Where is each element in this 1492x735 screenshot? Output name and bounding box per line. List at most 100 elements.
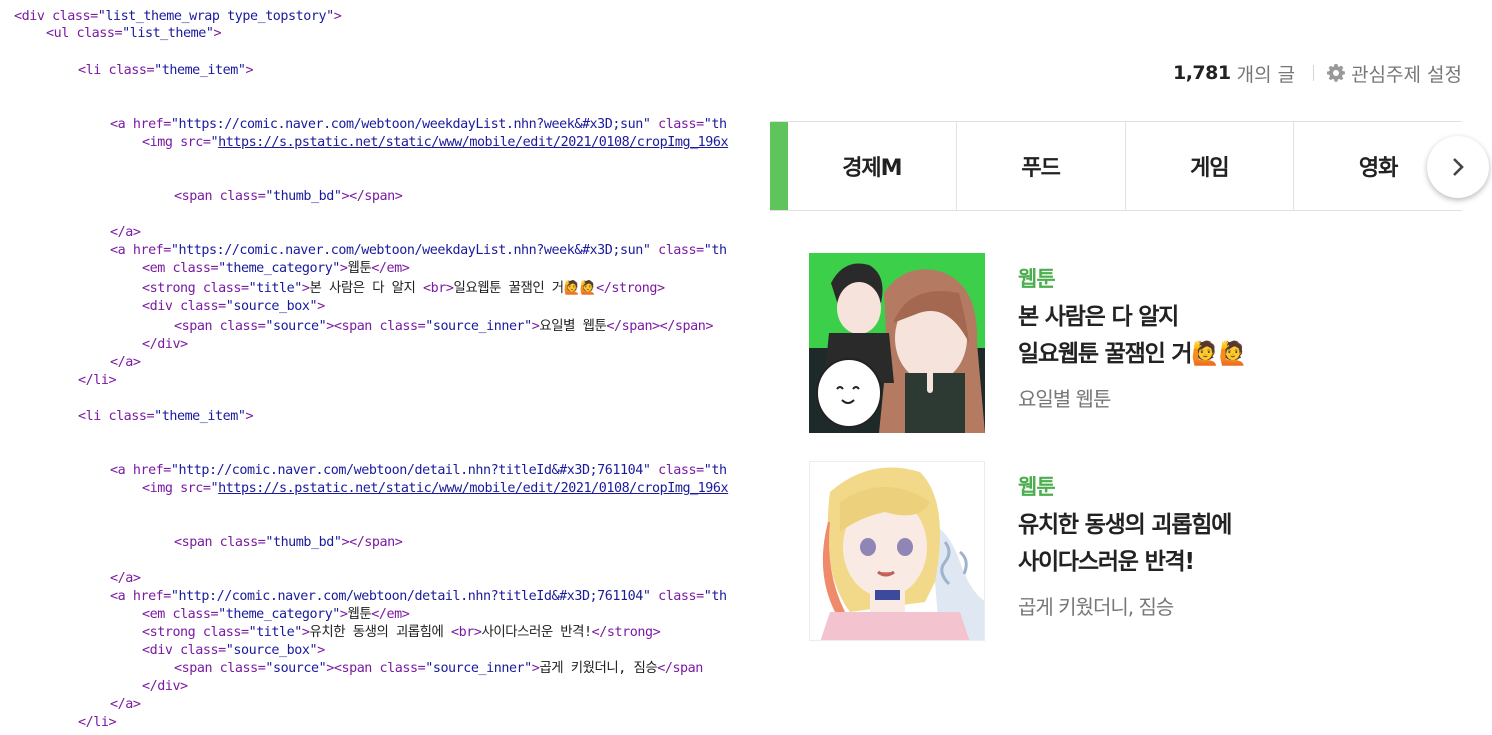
code-token: class=: [180, 643, 226, 658]
code-token: </a>: [110, 571, 141, 586]
code-token: <strong: [142, 281, 203, 296]
code-token: ": [210, 481, 219, 496]
code-token: <a: [110, 589, 133, 604]
code-token: <img: [142, 481, 181, 496]
code-token: "theme_item": [154, 409, 246, 424]
code-token: <br>: [423, 281, 454, 296]
code-token: </li>: [78, 715, 117, 730]
code-token: </div>: [142, 337, 188, 352]
code-token: </em>: [371, 261, 410, 276]
code-token: "http://comic.naver.com/webtoon/detail.n…: [170, 589, 659, 604]
code-token: >: [301, 625, 310, 640]
code-line: <div class="source_box">: [142, 642, 325, 660]
code-token: class=: [172, 261, 219, 276]
code-token: "list_theme": [122, 26, 214, 41]
code-token: "th: [703, 589, 727, 604]
code-token: </a>: [110, 225, 141, 240]
code-token: class=: [658, 243, 704, 258]
code-token: href=: [132, 463, 172, 478]
theme-category: 웹툰: [1018, 475, 1056, 499]
code-token: "source": [265, 661, 327, 676]
tab-food[interactable]: 푸드: [957, 122, 1126, 210]
code-token: 웹툰: [347, 607, 372, 622]
code-token: >: [317, 643, 325, 658]
code-token: class=: [379, 661, 426, 676]
code-token: class=: [202, 281, 249, 296]
code-token: ": [210, 135, 219, 150]
code-token: ></span>: [341, 535, 403, 550]
theme-item[interactable]: 웹툰 유치한 동생의 괴롭힘에 사이다스러운 반격! 곱게 키웠더니, 짐승: [809, 461, 1449, 646]
item-title-line-2: 일요웹툰 꿀잼인 거🙋🙋: [1018, 341, 1247, 367]
post-count-bar: 1,781 개의 글 관심주제 설정: [1173, 60, 1462, 86]
code-token: >: [245, 409, 254, 424]
code-token: 일요웹툰 꿀잼인 거🙋🙋: [453, 281, 597, 296]
code-line: <li class="theme_item">: [78, 62, 254, 80]
code-line: <img src="https://s.pstatic.net/static/w…: [142, 134, 729, 152]
theme-tabs: 경제M 푸드 게임 영화: [770, 121, 1462, 211]
tab-game[interactable]: 게임: [1126, 122, 1295, 210]
code-token: </strong>: [591, 625, 661, 640]
code-token: <div: [142, 643, 181, 658]
code-token: <em: [142, 261, 173, 276]
code-token: class=: [172, 607, 219, 622]
code-token: class=: [219, 535, 266, 550]
code-token: class=: [219, 319, 266, 334]
tab-economy[interactable]: 경제M: [788, 122, 957, 210]
code-line: <a href="https://comic.naver.com/webtoon…: [110, 116, 727, 134]
item-title-line-2: 사이다스러운 반격!: [1018, 549, 1195, 575]
code-token: "title": [248, 281, 303, 296]
theme-category: 웹툰: [1018, 267, 1056, 291]
code-token: "https://comic.naver.com/webtoon/weekday…: [170, 243, 659, 258]
code-token: >: [213, 26, 222, 41]
code-token: <div: [14, 9, 53, 24]
code-line: <ul class="list_theme">: [46, 25, 222, 43]
code-token: class=: [180, 299, 226, 314]
post-count-suffix: 개의 글: [1236, 63, 1296, 86]
code-token: </a>: [110, 697, 141, 712]
code-token: "list_theme_wrap type_topstory": [97, 9, 334, 24]
code-token: <span: [174, 535, 220, 550]
code-token: class=: [219, 189, 266, 204]
code-link[interactable]: https://s.pstatic.net/static/www/mobile/…: [218, 481, 728, 496]
code-token: class=: [658, 589, 704, 604]
code-token: "thumb_bd": [265, 535, 342, 550]
code-line: <a href="http://comic.naver.com/webtoon/…: [110, 588, 727, 606]
code-line: <em class="theme_category">웹툰</em>: [142, 606, 410, 624]
webtoon-thumbnail[interactable]: [809, 253, 985, 433]
code-line: <span class="source"><span class="source…: [174, 660, 703, 678]
code-token: <a: [110, 463, 133, 478]
code-token: class=: [108, 63, 155, 78]
code-token: class=: [219, 661, 266, 676]
theme-item[interactable]: 웹툰 본 사람은 다 알지 일요웹툰 꿀잼인 거🙋🙋 요일별 웹툰: [809, 253, 1449, 438]
code-token: class=: [379, 319, 426, 334]
code-token: "http://comic.naver.com/webtoon/detail.n…: [170, 463, 659, 478]
code-link[interactable]: https://s.pstatic.net/static/www/mobile/…: [218, 135, 728, 150]
code-token: href=: [132, 243, 172, 258]
code-token: "th: [703, 463, 727, 478]
code-token: "https://comic.naver.com/webtoon/weekday…: [170, 117, 659, 132]
code-token: "source_box": [225, 299, 318, 314]
rendered-page: 1,781 개의 글 관심주제 설정 경제M 푸드 게임 영화 웹툰 본 사람은…: [770, 0, 1492, 735]
code-token: <span: [174, 319, 220, 334]
code-token: class=: [76, 26, 123, 41]
code-line: </a>: [110, 570, 141, 588]
item-title[interactable]: 유치한 동생의 괴롭힘에 사이다스러운 반격!: [1018, 507, 1232, 581]
code-token: href=: [132, 117, 172, 132]
code-line: <strong class="title">유치한 동생의 괴롭힘에 <br>사…: [142, 624, 661, 642]
item-title[interactable]: 본 사람은 다 알지 일요웹툰 꿀잼인 거🙋🙋: [1018, 299, 1247, 373]
item-source: 요일별 웹툰: [1018, 387, 1111, 411]
code-token: 웹툰: [347, 261, 372, 276]
gear-icon[interactable]: [1326, 63, 1346, 83]
next-tabs-button[interactable]: [1427, 136, 1489, 198]
code-token: </span: [657, 661, 703, 676]
code-line: <div class="list_theme_wrap type_topstor…: [14, 8, 342, 26]
code-token: <img: [142, 135, 181, 150]
code-token: <div: [142, 299, 181, 314]
code-line: </li>: [78, 714, 117, 732]
webtoon-thumbnail[interactable]: [809, 461, 985, 641]
interest-settings-link[interactable]: 관심주제 설정: [1351, 60, 1462, 87]
code-token: class=: [658, 463, 704, 478]
code-token: <em: [142, 607, 173, 622]
code-token: >: [317, 299, 325, 314]
code-token: "title": [248, 625, 303, 640]
